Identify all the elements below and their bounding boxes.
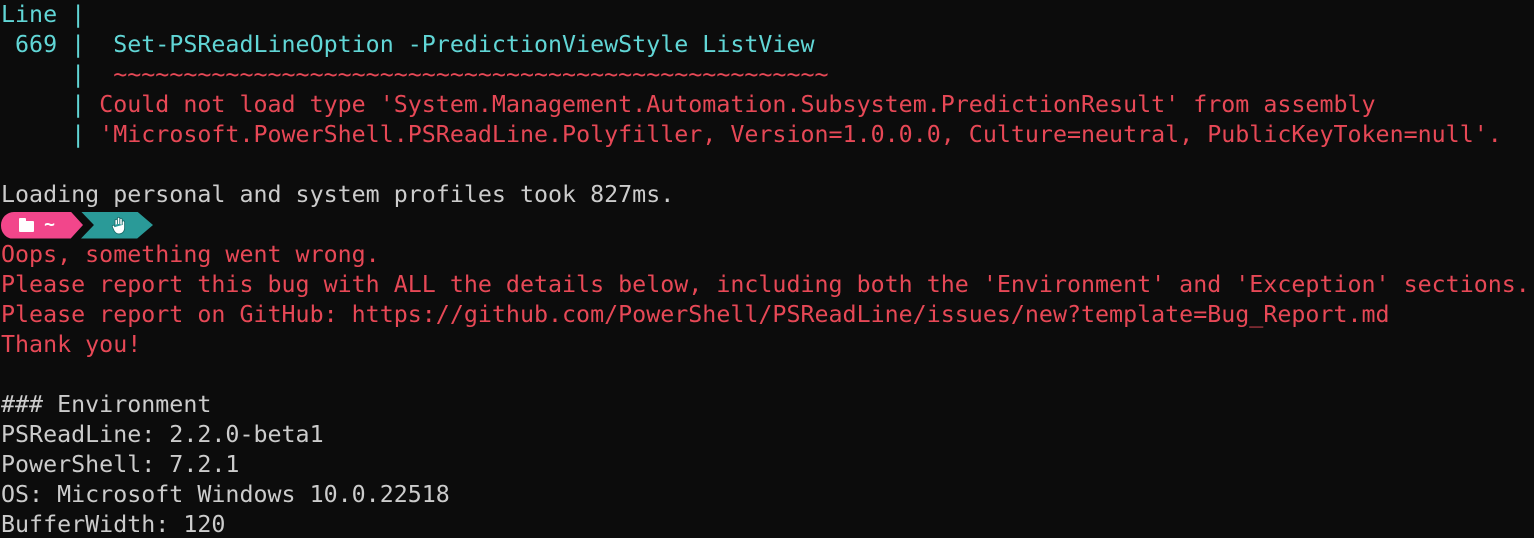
terminal-window[interactable]: Line | 669 | Set-PSReadLineOption -Predi… [0,0,1534,538]
env-psreadline: PSReadLine: 2.2.0-beta1 [1,421,324,448]
environment-heading: ### Environment [1,391,212,418]
env-powershell: PowerShell: 7.2.1 [1,451,240,478]
env-os: OS: Microsoft Windows 10.0.22518 [1,481,450,508]
prompt: ~ [1,210,1534,240]
error-line-header: Line | [1,1,86,28]
error-message-2-text: 'Microsoft.PowerShell.PSReadLine.Polyfil… [99,121,1502,148]
error-underline-text: ~~~~~~~~~~~~~~~~~~~~~~~~~~~~~~~~~~~~~~~~… [113,61,829,88]
crash-message-thanks: Thank you! [1,331,142,358]
crash-message-oops: Oops, something went wrong. [1,241,380,268]
hand-icon [111,216,126,234]
crash-message-github: Please report on GitHub: https://github.… [1,301,1390,328]
folder-icon [19,217,35,232]
prompt-path: ~ [44,214,55,235]
profile-load-time: Loading personal and system profiles too… [1,181,675,208]
error-line-message-1: | Could not load type 'System.Management… [1,91,1376,118]
error-line-command: 669 | Set-PSReadLineOption -PredictionVi… [1,31,815,58]
error-message-1-text: Could not load type 'System.Management.A… [99,91,1376,118]
prompt-status-segment [81,211,153,239]
error-line-underline: | ~~~~~~~~~~~~~~~~~~~~~~~~~~~~~~~~~~~~~~… [1,61,829,88]
prompt-path-segment: ~ [1,211,83,239]
error-line-message-2: | 'Microsoft.PowerShell.PSReadLine.Polyf… [1,121,1502,148]
env-bufferwidth: BufferWidth: 120 [1,511,226,538]
crash-message-report: Please report this bug with ALL the deta… [1,271,1530,298]
